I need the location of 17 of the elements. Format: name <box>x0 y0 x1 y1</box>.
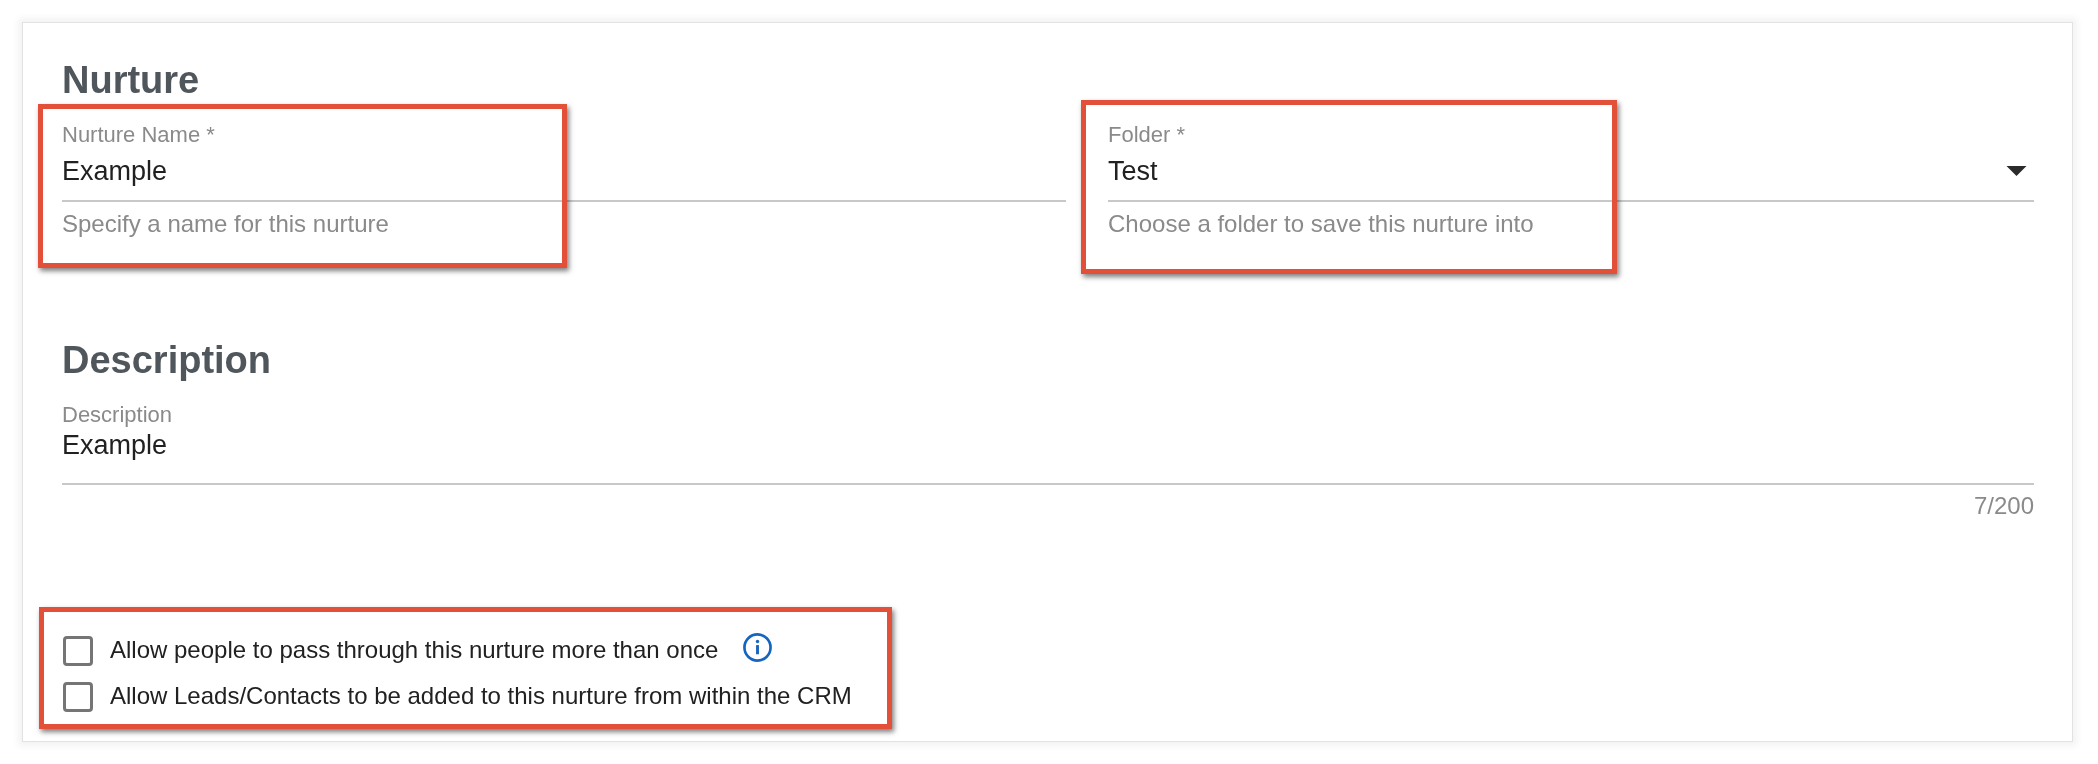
checkbox-label: Allow Leads/Contacts to be added to this nurture from within the CRM <box>110 682 852 711</box>
field-label: Description <box>62 402 174 429</box>
info-icon[interactable] <box>743 632 773 662</box>
text-field[interactable]: Example <box>62 148 1066 202</box>
text-area[interactable]: Example <box>62 428 2034 485</box>
checkbox-label: Allow people to pass through this nurture more than once <box>110 636 719 665</box>
checkbox[interactable] <box>63 635 93 666</box>
character-counter: 7/200 <box>1972 491 2034 521</box>
checkbox[interactable] <box>63 681 93 712</box>
section-heading: Nurture <box>62 58 201 103</box>
caret-icon <box>2006 166 2027 177</box>
helper-text: Specify a name for this nurture <box>62 210 390 239</box>
helper-text: Choose a folder to save this nurture into <box>1108 210 1535 239</box>
dropdown-field[interactable]: Test <box>1108 148 2034 202</box>
field-label: Nurture Name * <box>62 121 216 148</box>
field-label: Folder * <box>1108 121 1187 148</box>
section-heading: Description <box>62 337 273 383</box>
